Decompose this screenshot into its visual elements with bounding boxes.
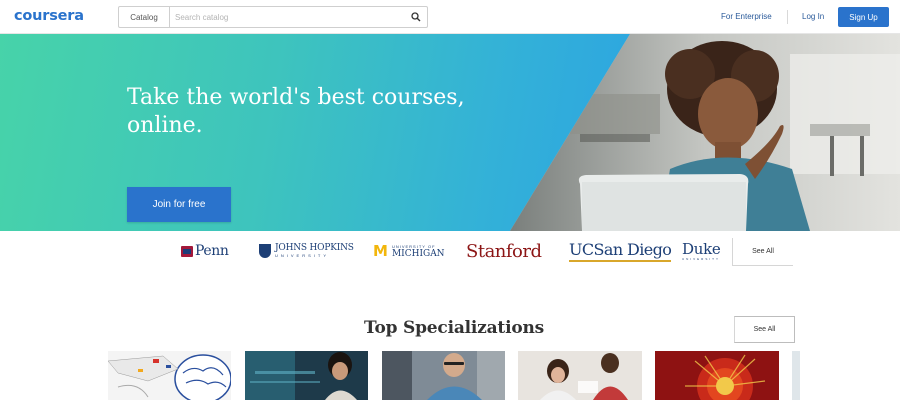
join-for-free-button[interactable]: Join for free	[127, 187, 231, 222]
specialization-card[interactable]	[518, 351, 642, 400]
students-meeting-thumbnail	[518, 351, 642, 400]
jhu-subtext: UNIVERSITY	[275, 253, 330, 258]
search-bar: Catalog	[118, 6, 428, 28]
see-all-specializations-button[interactable]: See All	[734, 316, 795, 343]
michigan-wordmark: MICHIGAN	[391, 249, 445, 259]
search-button[interactable]	[405, 7, 427, 27]
johns-hopkins-logo[interactable]: JOHNS HOPKINS UNIVERSITY	[259, 243, 354, 258]
michigan-m-icon: M	[373, 242, 388, 260]
nav-divider	[787, 10, 788, 24]
top-navbar: coursera Catalog For Enterprise Log In S…	[0, 0, 900, 34]
red-flower-thumbnail	[655, 351, 779, 400]
penn-wordmark: Penn	[195, 243, 229, 259]
hero-banner: Take the world's best courses, online. J…	[0, 34, 900, 231]
hero-headline-line1: Take the world's best courses,	[127, 85, 465, 110]
jhu-wordmark: JOHNS HOPKINS	[275, 243, 354, 253]
man-with-glasses-thumbnail	[382, 351, 505, 400]
woman-reading-thumbnail	[245, 351, 368, 400]
specialization-card[interactable]	[245, 351, 368, 400]
jhu-shield-icon	[259, 243, 271, 258]
penn-shield-icon	[181, 245, 193, 257]
for-enterprise-link[interactable]: For Enterprise	[721, 12, 772, 21]
hero-headline: Take the world's best courses, online.	[127, 84, 507, 140]
search-input[interactable]	[170, 7, 405, 27]
hero-headline-line2: online.	[127, 113, 203, 138]
brain-illustration-thumbnail	[108, 351, 231, 400]
login-link[interactable]: Log In	[802, 12, 824, 21]
penn-logo[interactable]: Penn	[181, 243, 229, 259]
specialization-card[interactable]	[382, 351, 505, 400]
partial-thumbnail	[792, 351, 800, 400]
specialization-card[interactable]	[792, 351, 800, 400]
specialization-card[interactable]	[655, 351, 779, 400]
duke-logo[interactable]: Duke UNIVERSITY	[682, 240, 721, 261]
duke-subtext: UNIVERSITY	[682, 257, 721, 261]
michigan-logo[interactable]: M UNIVERSITY OF MICHIGAN	[373, 242, 445, 260]
uc-san-diego-logo[interactable]: UCSan Diego	[569, 241, 672, 262]
stanford-logo[interactable]: Stanford	[466, 241, 542, 262]
signup-button[interactable]: Sign Up	[838, 7, 889, 27]
see-all-partners-button[interactable]: See All	[732, 238, 793, 266]
specialization-card[interactable]	[108, 351, 231, 400]
top-specializations-heading: Top Specializations	[364, 318, 545, 338]
search-icon	[411, 12, 421, 22]
catalog-button[interactable]: Catalog	[119, 7, 170, 27]
duke-wordmark: Duke	[682, 240, 721, 258]
hero-student-photo	[510, 34, 900, 231]
coursera-logo[interactable]: coursera	[14, 8, 84, 24]
